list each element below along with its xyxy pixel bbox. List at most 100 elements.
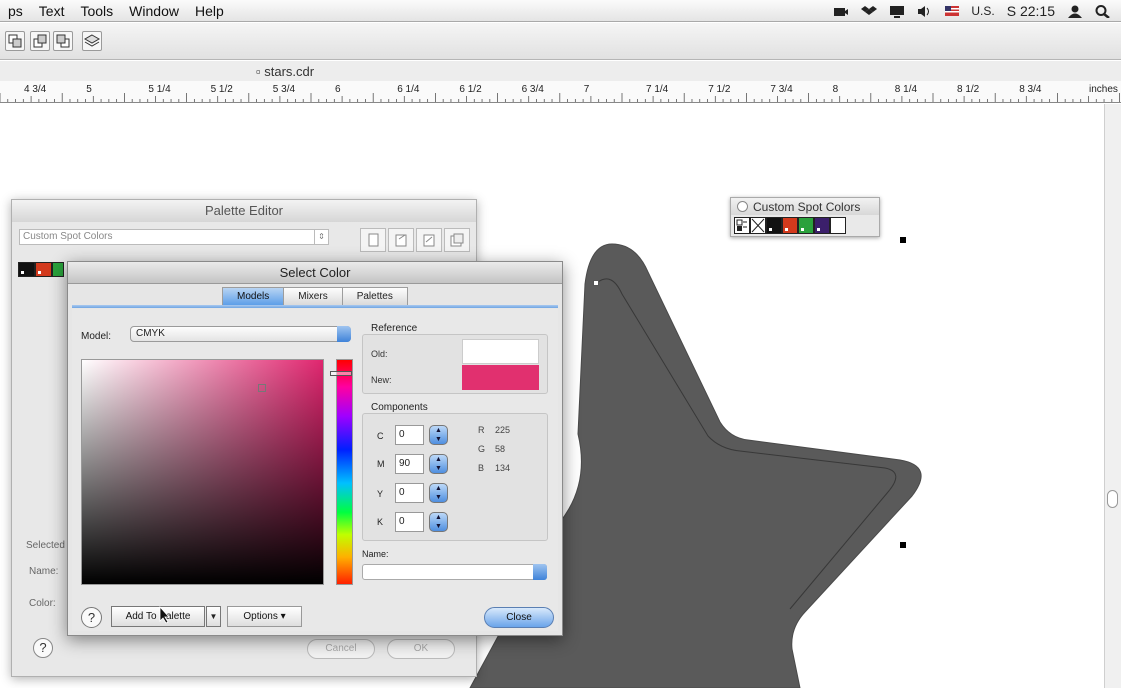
palette-menu-icon[interactable]: [734, 217, 750, 234]
custom-spot-colors-palette[interactable]: Custom Spot Colors: [730, 197, 880, 237]
mouse-cursor-icon: [159, 606, 170, 624]
ruler-label: 6 3/4: [521, 84, 544, 95]
color-name-input[interactable]: [362, 564, 547, 580]
flag-icon: [945, 3, 960, 19]
color-picker-cursor[interactable]: [258, 384, 266, 392]
forward-one-icon[interactable]: [53, 31, 73, 51]
chevron-updown-icon: [533, 564, 547, 580]
magenta-field[interactable]: 90: [395, 454, 424, 474]
palette-editor-title[interactable]: Palette Editor: [12, 200, 476, 222]
name-label: Name:: [29, 566, 59, 577]
color-saturation-field[interactable]: [81, 359, 324, 585]
horizontal-ruler[interactable]: 4 3/4 5 5 1/4 5 1/2 5 3/4 6 6 1/4 6 1/2 6 3/4 7 7 …: [0, 81, 1121, 103]
node-handle[interactable]: [593, 280, 599, 286]
ruler-label: 8: [832, 84, 839, 95]
open-palette-icon[interactable]: [388, 228, 414, 252]
layers-icon[interactable]: [82, 31, 102, 51]
swatch-black[interactable]: [18, 262, 35, 277]
menu-ps[interactable]: ps: [0, 0, 31, 22]
document-title: ▫ stars.cdr: [256, 64, 315, 79]
menu-extras: U.S. S 22:15: [833, 0, 1111, 22]
yellow-label: Y: [377, 489, 384, 499]
help-button[interactable]: ?: [33, 638, 53, 658]
select-color-title[interactable]: Select Color: [68, 262, 562, 284]
menu-tools[interactable]: Tools: [72, 0, 121, 22]
cancel-button[interactable]: Cancel: [307, 639, 375, 659]
clock[interactable]: S 22:15: [1007, 3, 1055, 19]
cyan-field[interactable]: 0: [395, 425, 424, 445]
spot-color-swatch[interactable]: [814, 217, 830, 234]
menu-help[interactable]: Help: [187, 0, 232, 22]
input-source[interactable]: U.S.: [971, 4, 994, 18]
spot-color-swatch[interactable]: [798, 217, 814, 234]
menu-text[interactable]: Text: [31, 0, 73, 22]
vertical-scrollbar[interactable]: [1104, 104, 1121, 688]
model-select[interactable]: CMYK: [130, 326, 351, 342]
tab-palettes[interactable]: Palettes: [341, 287, 408, 306]
new-palette-icon[interactable]: [360, 228, 386, 252]
swatch-red[interactable]: [35, 262, 52, 277]
help-button[interactable]: ?: [81, 607, 102, 628]
yellow-stepper[interactable]: ▲ ▼: [429, 483, 448, 503]
model-select-value: CMYK: [136, 328, 165, 339]
magenta-label: M: [377, 459, 385, 469]
selection-handle-top-right[interactable]: [900, 237, 906, 243]
order-icon[interactable]: [30, 31, 50, 51]
document-filename: stars.cdr: [264, 64, 315, 79]
ruler-label: 7: [583, 84, 590, 95]
tab-mixers[interactable]: Mixers: [283, 287, 343, 306]
ruler-label: 5 1/4: [148, 84, 171, 95]
reference-title: Reference: [371, 323, 418, 334]
swatch-green[interactable]: [52, 262, 64, 277]
menu-window[interactable]: Window: [121, 0, 187, 22]
ruler-label: 6: [335, 84, 341, 95]
palette-select[interactable]: Custom Spot Colors ⇕: [19, 229, 329, 245]
document-title-bar: ▫ stars.cdr: [0, 61, 1121, 81]
camera-icon[interactable]: [833, 5, 849, 18]
tab-divider: [72, 305, 558, 308]
black-field[interactable]: 0: [395, 512, 424, 532]
palette-swatch-strip: [18, 262, 64, 277]
hue-slider[interactable]: [336, 359, 353, 585]
ruler-label: 5 3/4: [272, 84, 296, 95]
ruler-label: 5 1/2: [210, 84, 233, 95]
spot-swatch-row: [734, 217, 846, 234]
green-value: 58: [495, 444, 506, 454]
back-one-icon[interactable]: [5, 31, 25, 51]
spotlight-search-icon[interactable]: [1095, 4, 1111, 19]
cyan-stepper[interactable]: ▲ ▼: [429, 425, 448, 445]
no-color-swatch[interactable]: [750, 217, 766, 234]
ruler-label: 7 1/2: [708, 84, 731, 95]
spot-color-swatch[interactable]: [830, 217, 846, 234]
close-icon[interactable]: [737, 201, 748, 212]
old-label: Old:: [371, 349, 388, 359]
ruler-label: 7 1/4: [646, 84, 669, 95]
add-to-palette-menu-button[interactable]: ▼: [206, 606, 221, 627]
cyan-label: C: [377, 431, 384, 441]
yellow-field[interactable]: 0: [395, 483, 424, 503]
add-to-palette-button[interactable]: Add To Palette: [111, 606, 205, 627]
dropbox-icon[interactable]: [861, 5, 878, 18]
close-button[interactable]: Close: [484, 607, 554, 628]
model-label: Model:: [81, 331, 112, 342]
selection-handle-middle-right[interactable]: [900, 542, 906, 548]
volume-icon[interactable]: [917, 5, 933, 18]
save-as-palette-icon[interactable]: [444, 228, 470, 252]
display-icon[interactable]: [889, 5, 905, 18]
hue-slider-handle[interactable]: [330, 371, 352, 376]
scrollbar-thumb[interactable]: [1107, 490, 1118, 508]
ok-button[interactable]: OK: [387, 639, 455, 659]
spot-palette-titlebar[interactable]: Custom Spot Colors: [731, 198, 879, 215]
tab-models[interactable]: Models: [222, 287, 285, 306]
components-title: Components: [371, 402, 428, 413]
new-label: New:: [371, 375, 392, 385]
magenta-stepper[interactable]: ▲ ▼: [429, 454, 448, 474]
black-stepper[interactable]: ▲ ▼: [429, 512, 448, 532]
spot-color-swatch[interactable]: [782, 217, 798, 234]
save-palette-icon[interactable]: [416, 228, 442, 252]
options-button[interactable]: Options ▾: [227, 606, 302, 627]
spot-color-swatch[interactable]: [766, 217, 782, 234]
user-icon[interactable]: [1067, 5, 1083, 18]
ruler-label: 6 1/4: [397, 84, 420, 95]
chevron-updown-icon: ⇕: [314, 230, 328, 244]
